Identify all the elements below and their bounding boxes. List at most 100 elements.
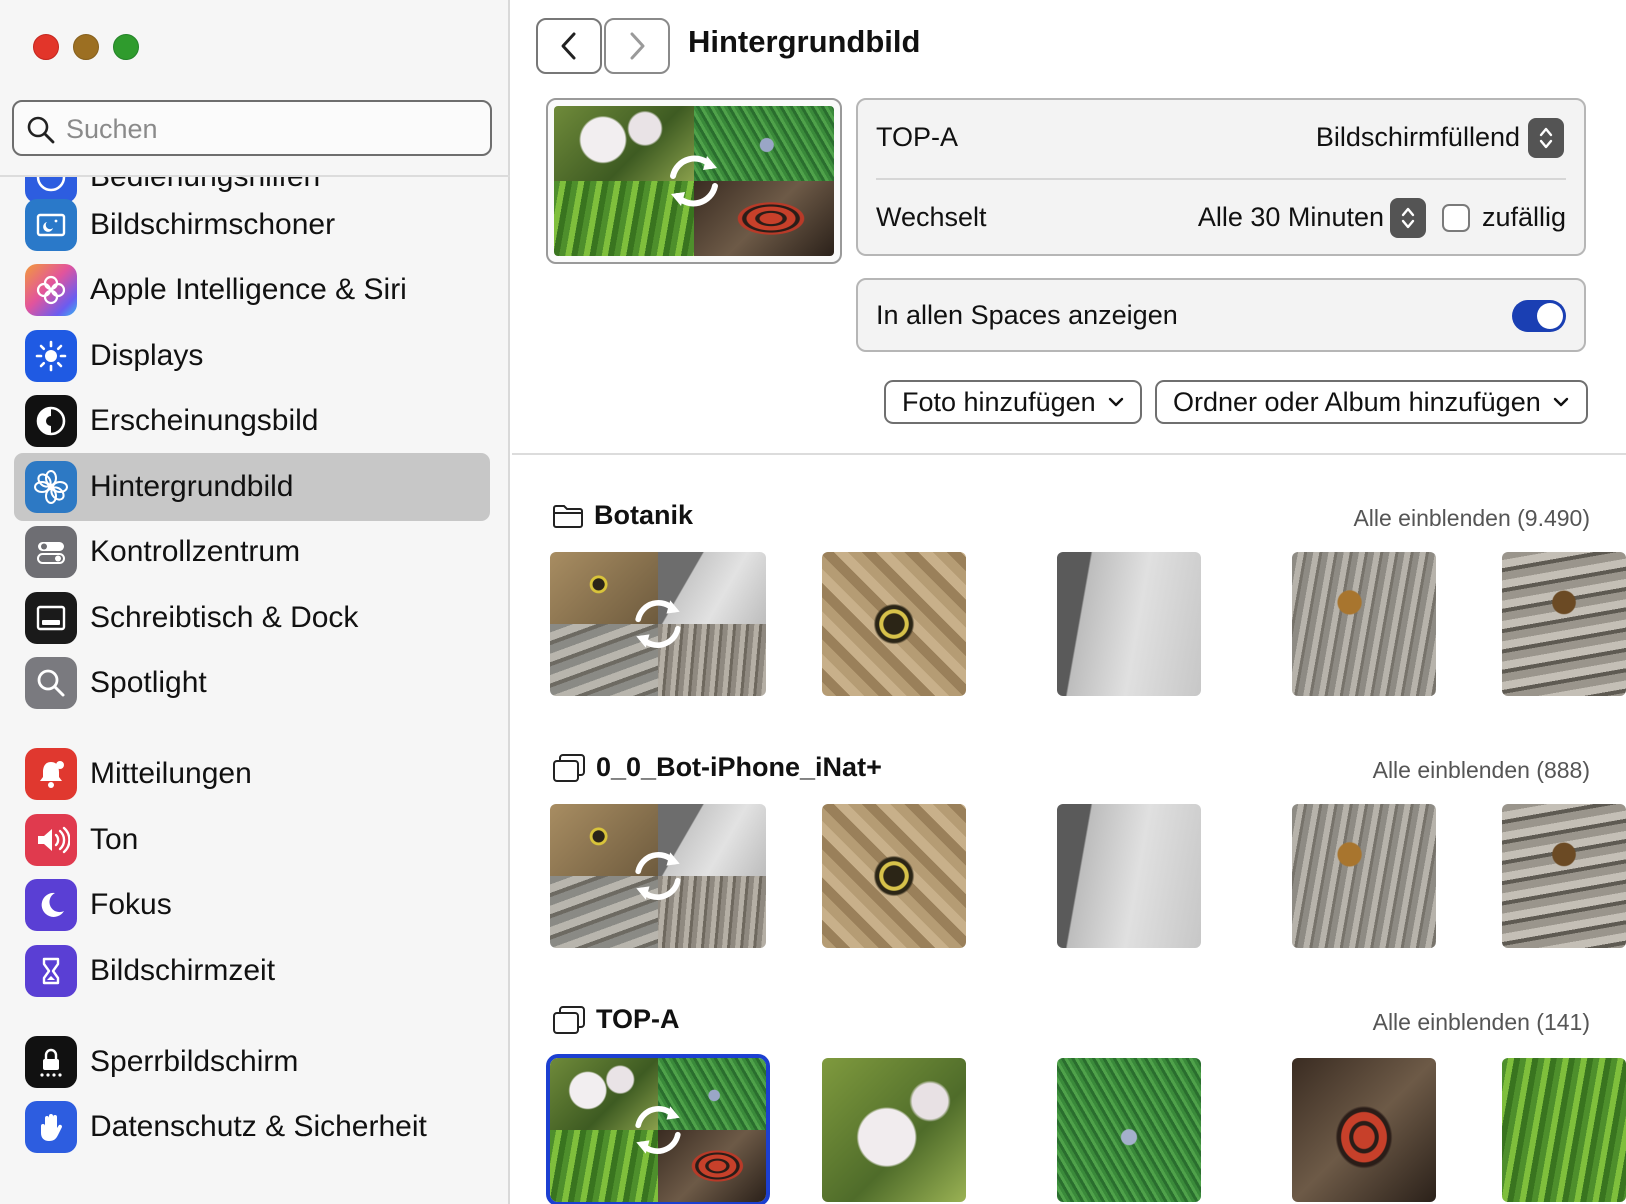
- sidebar-item-bildschirmzeit[interactable]: Bildschirmzeit: [14, 937, 490, 1005]
- sidebar-item-label: Fokus: [90, 888, 172, 921]
- dock-icon: [25, 592, 77, 644]
- minimize-button[interactable]: [73, 34, 99, 60]
- sidebar-item-fokus[interactable]: Fokus: [14, 871, 490, 939]
- shuffle-arrows-icon: [635, 852, 681, 900]
- photo-thumbnail[interactable]: [822, 552, 966, 696]
- sidebar-item-label: Spotlight: [90, 666, 207, 699]
- sidebar-item-schreibtisch-dock[interactable]: Schreibtisch & Dock: [14, 584, 490, 652]
- random-label: zufällig: [1481, 202, 1566, 232]
- shuffle-thumbnail[interactable]: [550, 552, 766, 696]
- sidebar-item-kontrollzentrum[interactable]: Kontrollzentrum: [14, 518, 490, 586]
- sidebar-item-mitteilungen[interactable]: Mitteilungen: [14, 740, 490, 808]
- flower-icon: [25, 461, 77, 513]
- main-divider: [512, 453, 1626, 455]
- sidebar-item-label: Bildschirmschoner: [90, 208, 336, 241]
- switches-icon: [25, 526, 77, 578]
- bell-icon: [25, 748, 77, 800]
- add-photo-label: Foto hinzufügen: [902, 386, 1096, 417]
- add-photo-button[interactable]: Foto hinzufügen: [884, 380, 1142, 424]
- back-button[interactable]: [536, 18, 602, 74]
- close-button[interactable]: [33, 34, 59, 60]
- interval-value[interactable]: Alle 30 Minuten: [1198, 202, 1384, 233]
- spaces-toggle[interactable]: [1512, 300, 1566, 332]
- sidebar-item-label: Erscheinungsbild: [90, 404, 319, 437]
- section-title-top-a: TOP-A: [552, 1004, 680, 1035]
- section-title-0-0-bot-iphone-inat: 0_0_Bot-iPhone_iNat+: [552, 752, 882, 783]
- show-all-botanik-link[interactable]: Alle einblenden (9.490): [1353, 505, 1590, 532]
- sidebar-item-ton[interactable]: Ton: [14, 806, 490, 874]
- sidebar-item-datenschutz-sicherheit[interactable]: Datenschutz & Sicherheit: [14, 1093, 490, 1161]
- shuffle-arrows-icon: [670, 155, 718, 207]
- sidebar-item-label: Kontrollzentrum: [90, 535, 301, 568]
- sidebar: Bedienungshilfen Bildschirmschoner Apple…: [0, 0, 510, 1204]
- hourglass-icon: [25, 945, 77, 997]
- shuffle-arrows-icon: [635, 1106, 681, 1154]
- sidebar-item-erscheinungsbild[interactable]: Erscheinungsbild: [14, 387, 490, 455]
- chevron-down-icon: [1108, 397, 1123, 407]
- photo-thumbnail[interactable]: [1057, 804, 1201, 948]
- magnifier-icon: [25, 657, 77, 709]
- spaces-label: In allen Spaces anzeigen: [876, 300, 1178, 330]
- up-down-chevron-icon: [1401, 207, 1415, 229]
- photo-thumbnail[interactable]: [1292, 552, 1436, 696]
- sidebar-item-label: Bildschirmzeit: [90, 954, 276, 987]
- photo-thumbnail[interactable]: [1292, 1058, 1436, 1202]
- random-checkbox[interactable]: [1442, 204, 1470, 232]
- sidebar-item-label: Mitteilungen: [90, 757, 252, 790]
- photo-thumbnail[interactable]: [1502, 804, 1626, 948]
- sidebar-item-label: Datenschutz & Sicherheit: [90, 1110, 427, 1143]
- sidebar-item-label: Displays: [90, 339, 204, 372]
- spaces-card: In allen Spaces anzeigen: [856, 278, 1586, 352]
- show-all-inat-link[interactable]: Alle einblenden (888): [1373, 757, 1590, 784]
- settings-window: Bedienungshilfen Bildschirmschoner Apple…: [0, 0, 1626, 1204]
- photo-thumbnail[interactable]: [822, 804, 966, 948]
- speaker-icon: [25, 814, 77, 866]
- sidebar-item-sperrbildschirm[interactable]: Sperrbildschirm: [14, 1028, 490, 1096]
- show-all-top-a-link[interactable]: Alle einblenden (141): [1373, 1009, 1590, 1036]
- search-icon: [27, 116, 55, 144]
- wallpaper-preview[interactable]: [546, 98, 842, 264]
- wallpaper-settings-card: TOP-A Bildschirmfüllend Wechselt Alle 30…: [856, 98, 1586, 256]
- wallpaper-preview-image: [554, 106, 834, 256]
- photo-thumbnail[interactable]: [1502, 1058, 1626, 1202]
- folder-icon: [552, 503, 584, 529]
- sidebar-item-spotlight[interactable]: Spotlight: [14, 649, 490, 717]
- appearance-icon: [25, 395, 77, 447]
- album-icon: [552, 753, 586, 783]
- album-icon: [552, 1005, 586, 1035]
- search-input[interactable]: [66, 110, 476, 148]
- change-label: Wechselt: [876, 202, 987, 232]
- sidebar-item-displays[interactable]: Displays: [14, 322, 490, 390]
- interval-stepper[interactable]: [1390, 198, 1426, 238]
- photo-thumbnail[interactable]: [822, 1058, 966, 1202]
- photo-thumbnail[interactable]: [1057, 1058, 1201, 1202]
- add-folder-button[interactable]: Ordner oder Album hinzufügen: [1155, 380, 1588, 424]
- shuffle-thumbnail-selected[interactable]: [546, 1054, 770, 1204]
- up-down-chevron-icon: [1539, 127, 1553, 149]
- sidebar-item-bildschirmschoner[interactable]: Bildschirmschoner: [14, 191, 490, 259]
- photo-thumbnail[interactable]: [1502, 552, 1626, 696]
- forward-button[interactable]: [604, 18, 670, 74]
- sidebar-list: Bedienungshilfen Bildschirmschoner Apple…: [0, 177, 510, 1204]
- chevron-down-icon: [1553, 397, 1568, 407]
- siri-icon: [25, 264, 77, 316]
- main-pane: Hintergrundbild TOP-A Bildschirmfüllend: [512, 0, 1626, 1204]
- zoom-button[interactable]: [113, 34, 139, 60]
- sidebar-item-label: Sperrbildschirm: [90, 1045, 299, 1078]
- sidebar-item-label: Ton: [90, 823, 139, 856]
- sidebar-item-label: Schreibtisch & Dock: [90, 601, 359, 634]
- section-title-botanik: Botanik: [552, 500, 693, 531]
- sidebar-item-apple-intelligence-siri[interactable]: Apple Intelligence & Siri: [14, 256, 490, 324]
- shuffle-thumbnail[interactable]: [550, 804, 766, 948]
- shuffle-arrows-icon: [635, 600, 681, 648]
- photo-thumbnail[interactable]: [1057, 552, 1201, 696]
- photo-thumbnail[interactable]: [1292, 804, 1436, 948]
- fit-stepper[interactable]: [1528, 118, 1564, 158]
- search-field[interactable]: [12, 100, 492, 156]
- sidebar-item-hintergrundbild[interactable]: Hintergrundbild: [14, 453, 490, 521]
- hand-icon: [25, 1101, 77, 1153]
- wallpaper-name: TOP-A: [876, 122, 959, 152]
- sun-icon: [25, 330, 77, 382]
- screensaver-icon: [25, 199, 77, 251]
- fit-value[interactable]: Bildschirmfüllend: [1316, 122, 1520, 153]
